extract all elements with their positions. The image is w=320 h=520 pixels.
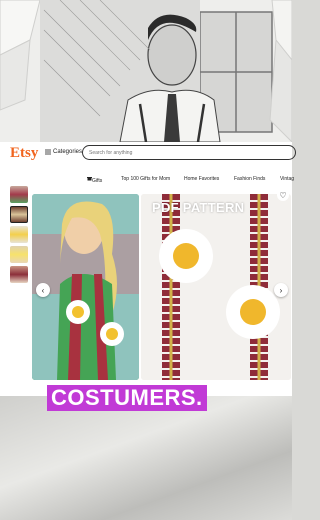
menu-icon — [45, 149, 51, 155]
thumbnail-strip — [10, 186, 30, 286]
paper-background-bottom — [0, 396, 292, 520]
previous-image-button[interactable]: ‹ — [36, 283, 50, 297]
thumbnail-3[interactable] — [10, 226, 28, 243]
pdf-pattern-label: PDF PATTERN — [152, 200, 245, 215]
video-caption: COSTUMERS. — [47, 385, 207, 411]
thumbnail-2[interactable] — [10, 206, 28, 223]
nav-item-home-favorites[interactable]: Home Favorites — [184, 176, 219, 182]
search-input[interactable] — [89, 150, 239, 156]
etsy-logo[interactable]: Etsy — [10, 145, 38, 162]
nav-item-vintage[interactable]: Vintag — [280, 176, 294, 182]
heart-icon: ♡ — [279, 190, 287, 200]
nav-item-top-100[interactable]: Top 100 Gifts for Mom — [121, 176, 170, 182]
chevron-left-icon: ‹ — [41, 285, 45, 295]
categories-button[interactable]: Categories — [45, 149, 82, 155]
nav-item-fashion-finds[interactable]: Fashion Finds — [234, 176, 265, 182]
favorite-button[interactable]: ♡ — [277, 189, 289, 201]
category-nav: Gifts Top 100 Gifts for Mom Home Favorit… — [0, 174, 294, 186]
product-gallery: ‹ PDF PATTERN › — [0, 186, 292, 396]
etsy-header: Etsy Categories — [0, 142, 296, 174]
next-image-button[interactable]: › — [274, 283, 288, 297]
nav-item-label: Gifts — [92, 178, 103, 184]
thumbnail-1[interactable] — [10, 186, 28, 203]
thumbnail-5[interactable] — [10, 266, 28, 283]
sketch-portrait — [0, 0, 292, 142]
listing-photo-pattern — [141, 194, 291, 380]
sketch-background — [0, 0, 292, 142]
thumbnail-4[interactable] — [10, 246, 28, 263]
chevron-right-icon: › — [279, 285, 283, 295]
egg-scarf-illustration — [141, 194, 291, 380]
nav-item-gifts[interactable]: Gifts — [87, 176, 102, 184]
categories-label: Categories — [53, 149, 83, 155]
search-bar[interactable] — [82, 145, 296, 160]
